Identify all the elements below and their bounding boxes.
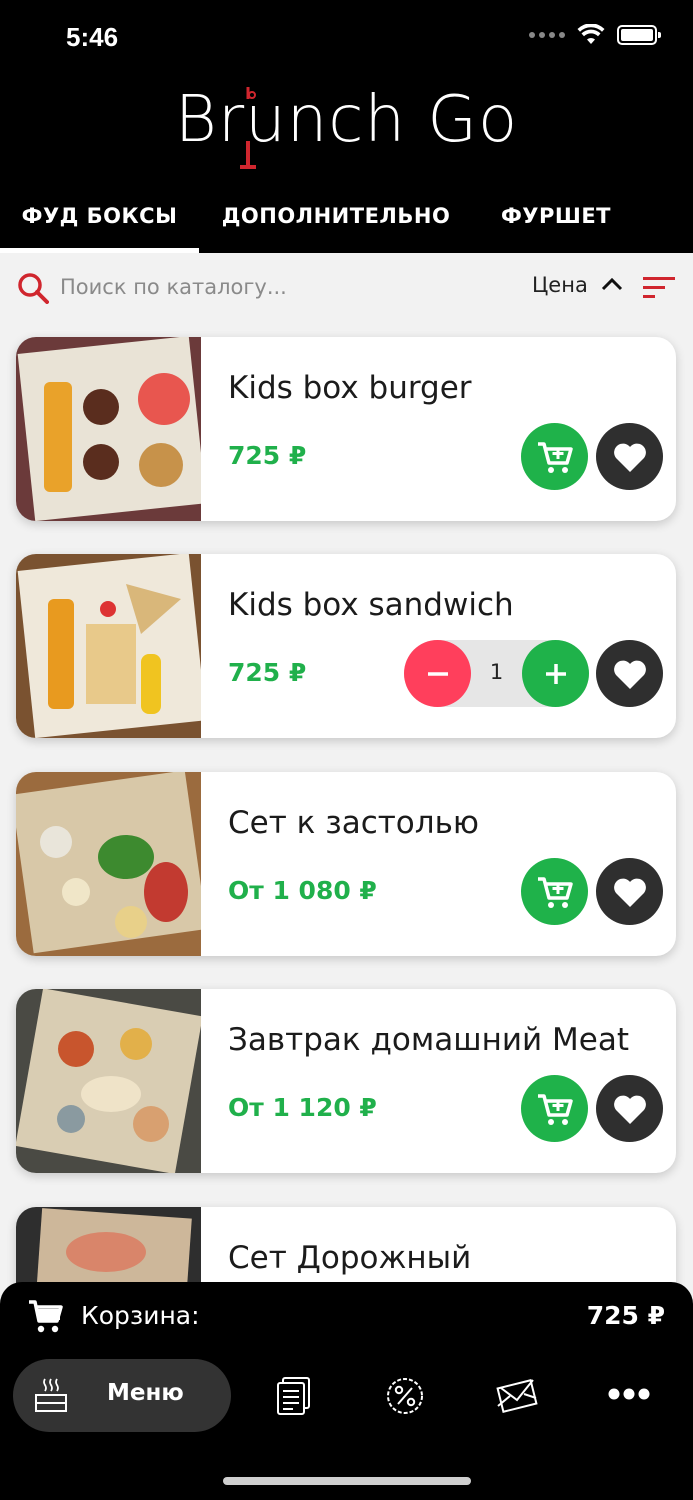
sort-price-label[interactable]: Цена [532, 273, 588, 297]
search-icon[interactable] [17, 272, 49, 304]
search-input[interactable] [60, 267, 460, 307]
cart-add-icon [535, 872, 575, 912]
tab-buffet[interactable]: ФУРШЕТ [473, 178, 639, 253]
product-title: Сет к застолью [228, 805, 479, 841]
favorite-button[interactable] [596, 640, 663, 707]
cart-label: Корзина: [81, 1301, 200, 1330]
product-title: Kids box sandwich [228, 587, 514, 623]
cart-add-icon [535, 1089, 575, 1129]
product-title: Kids box burger [228, 370, 472, 406]
product-image [16, 337, 201, 521]
minus-icon [427, 671, 448, 676]
product-image [16, 554, 201, 738]
wine-glass-icon [239, 87, 256, 169]
product-image [16, 772, 201, 956]
product-price: От 1 080 ₽ [228, 876, 377, 905]
product-card[interactable]: Kids box sandwich 725 ₽ 1 [16, 554, 676, 738]
status-indicators [529, 24, 661, 46]
tab-food-boxes[interactable]: ФУД БОКСЫ [0, 178, 199, 253]
heart-icon [610, 872, 650, 912]
product-price: 725 ₽ [228, 441, 307, 470]
nav-menu-button[interactable]: Меню [13, 1359, 231, 1432]
heart-icon [610, 1089, 650, 1129]
discount-icon[interactable] [385, 1376, 425, 1416]
more-icon[interactable] [608, 1386, 650, 1402]
home-indicator [223, 1477, 471, 1485]
cart-add-icon [535, 437, 575, 477]
add-to-cart-button[interactable] [521, 858, 588, 925]
product-price: От 1 120 ₽ [228, 1093, 377, 1122]
favorite-button[interactable] [596, 423, 663, 490]
category-tabs: ФУД БОКСЫ ДОПОЛНИТЕЛЬНО ФУРШЕТ [0, 178, 693, 253]
favorite-button[interactable] [596, 1075, 663, 1142]
receipt-icon[interactable] [275, 1376, 313, 1416]
nav-menu-label: Меню [107, 1380, 184, 1406]
product-title: Сет Дорожный [228, 1240, 472, 1276]
menu-icon [35, 1378, 67, 1412]
battery-icon [617, 25, 661, 45]
wifi-icon [577, 24, 605, 44]
increase-quantity-button[interactable] [522, 640, 589, 707]
status-time: 5:46 [66, 22, 119, 52]
product-card[interactable]: Завтрак домашний Meat От 1 120 ₽ [16, 989, 676, 1173]
add-to-cart-button[interactable] [521, 1075, 588, 1142]
brand-logo: Brunch Go [0, 70, 693, 170]
cart-icon [29, 1300, 63, 1333]
cart-summary-bar[interactable]: Корзина: 725 ₽ Меню [0, 1282, 693, 1500]
sort-filter-icon[interactable] [643, 275, 675, 299]
product-card[interactable]: Сет к застолью От 1 080 ₽ [16, 772, 676, 956]
heart-icon [610, 654, 650, 694]
quantity-value: 1 [489, 660, 504, 684]
signal-icon [529, 32, 565, 38]
mail-icon[interactable] [496, 1376, 538, 1416]
product-image [16, 989, 201, 1173]
search-bar: Цена [0, 253, 693, 319]
product-price: 725 ₽ [228, 658, 307, 687]
product-title: Завтрак домашний Meat [228, 1022, 629, 1058]
app-header: 5:46 Brunch Go ФУД БОКСЫ ДОПОЛНИТЕЛЬНО Ф… [0, 0, 693, 253]
favorite-button[interactable] [596, 858, 663, 925]
tab-additional[interactable]: ДОПОЛНИТЕЛЬНО [199, 178, 473, 253]
heart-icon [610, 437, 650, 477]
cart-total: 725 ₽ [586, 1301, 665, 1330]
logo-text: Brunch Go [174, 83, 519, 169]
decrease-quantity-button[interactable] [404, 640, 471, 707]
plus-icon [545, 663, 566, 684]
logo-wordmark: Brunch Go [174, 83, 519, 157]
product-card[interactable]: Kids box burger 725 ₽ [16, 337, 676, 521]
add-to-cart-button[interactable] [521, 423, 588, 490]
chevron-up-icon[interactable] [601, 276, 623, 292]
quantity-stepper: 1 [404, 640, 589, 707]
